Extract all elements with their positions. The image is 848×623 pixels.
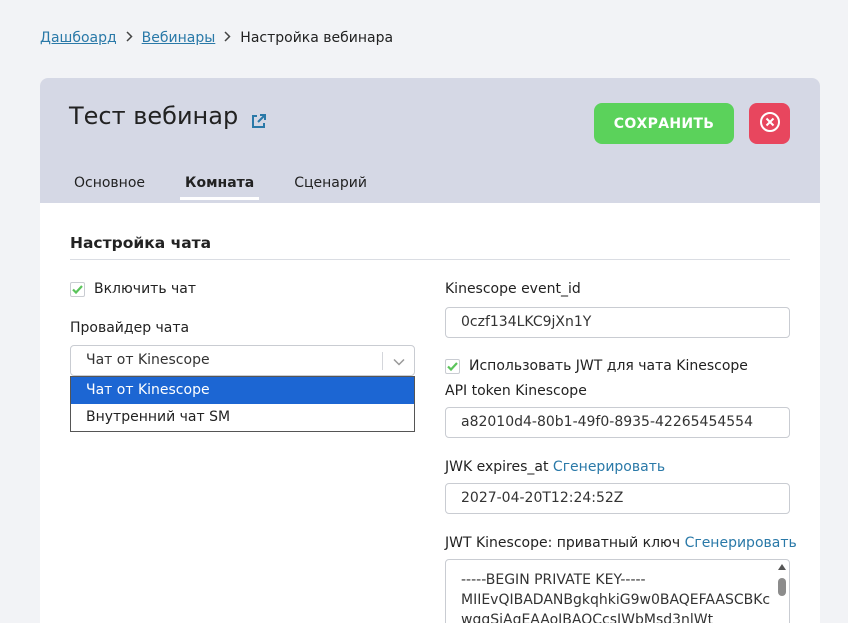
breadcrumb-current: Настройка вебинара [240,30,394,46]
check-icon [72,284,83,294]
jwk-expires-input[interactable]: 2027-04-20T12:24:52Z [445,483,790,514]
use-jwt-checkbox[interactable] [445,358,460,374]
provider-dropdown: Чат от Kinescope Внутренний чат SM [70,376,415,432]
private-key-label: JWT Kinescope: приватный ключ Сгенериров… [445,535,797,551]
enable-chat-checkbox[interactable] [70,281,85,297]
page-title-text: Тест вебинар [69,102,239,130]
scroll-thumb[interactable] [778,578,786,596]
page-title: Тест вебинар [69,102,267,130]
section-title: Настройка чата [70,234,212,252]
chevron-right-icon [224,30,231,46]
tabs: Основное Комната Сценарий [69,174,402,200]
enable-chat-label: Включить чат [94,281,197,297]
card-header: Тест вебинар СОХРАНИТЬ Основное Комната [40,78,820,203]
private-key-label-text: JWT Kinescope: приватный ключ [445,535,681,551]
private-key-line: wggSjAgEAAoIBAQCcsIWbMsd3nlWt [461,612,714,623]
enable-chat-row: Включить чат [70,281,196,297]
provider-option-kinescope[interactable]: Чат от Kinescope [71,377,414,404]
scroll-up-arrow-icon[interactable] [778,564,786,570]
provider-option-internal[interactable]: Внутренний чат SM [71,404,414,431]
textarea-scrollbar[interactable] [777,564,787,623]
private-key-generate-link[interactable]: Сгенерировать [685,535,797,551]
private-key-line: -----BEGIN PRIVATE KEY----- [461,572,646,588]
external-link-icon[interactable] [250,108,267,128]
private-key-line: MIIEvQIBADANBgkqhkiG9w0BAQEFAASCBKc [461,592,771,608]
divider [70,259,790,260]
api-token-label: API token Kinescope [445,383,587,399]
jwk-generate-link[interactable]: Сгенерировать [553,459,665,475]
tab-room[interactable]: Комната [180,174,260,200]
breadcrumb-webinars-link[interactable]: Вебинары [142,30,216,46]
use-jwt-label: Использовать JWT для чата Kinescope [469,358,748,374]
tab-scenario[interactable]: Сценарий [289,174,372,199]
chevron-down-icon[interactable] [392,354,406,368]
breadcrumb: Дашбоард Вебинары Настройка вебинара [40,30,393,46]
webinar-settings-card: Тест вебинар СОХРАНИТЬ Основное Комната [40,78,820,623]
tab-basic[interactable]: Основное [69,174,150,199]
check-icon [447,361,458,371]
provider-select[interactable]: Чат от Kinescope [70,345,415,376]
api-token-input[interactable]: a82010d4-80b1-49f0-8935-42265454554 [445,407,790,438]
save-button[interactable]: СОХРАНИТЬ [594,103,734,144]
close-circle-icon [759,111,781,137]
use-jwt-row: Использовать JWT для чата Kinescope [445,358,748,374]
provider-label: Провайдер чата [70,320,190,336]
event-id-input[interactable]: 0czf134LKC9jXn1Y [445,307,790,338]
breadcrumb-dashboard-link[interactable]: Дашбоард [40,30,117,46]
provider-select-value: Чат от Kinescope [86,352,210,368]
jwk-label-text: JWK expires_at [445,459,549,475]
select-separator [382,352,383,370]
chevron-right-icon [126,30,133,46]
event-id-label: Kinescope event_id [445,281,581,297]
private-key-textarea[interactable]: -----BEGIN PRIVATE KEY----- MIIEvQIBADAN… [445,559,790,623]
jwk-label: JWK expires_at Сгенерировать [445,459,665,475]
close-button[interactable] [749,103,790,144]
